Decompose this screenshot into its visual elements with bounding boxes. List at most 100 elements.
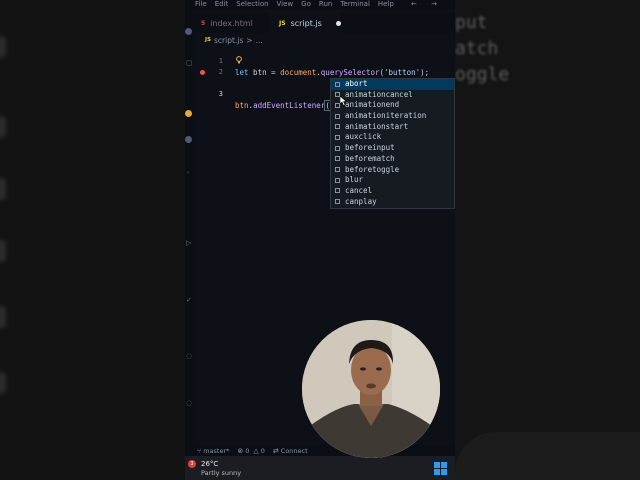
- suggestion-item[interactable]: animationcancel: [331, 90, 454, 101]
- account-icon[interactable]: [185, 28, 192, 35]
- suggestion-label: animationcancel: [345, 89, 413, 99]
- lightbulb-icon[interactable]: [236, 56, 242, 64]
- gear-icon[interactable]: ◌: [186, 399, 192, 407]
- function-name: addEventListener: [253, 101, 326, 110]
- breadcrumb-file[interactable]: script.js: [214, 36, 243, 45]
- menu-help[interactable]: Help: [378, 0, 394, 9]
- html-file-icon: 5: [201, 19, 206, 27]
- suggestion-item[interactable]: animationstart: [331, 122, 454, 133]
- event-icon: [335, 124, 340, 130]
- weather-description: Partly sunny: [201, 469, 242, 477]
- tab-index-html[interactable]: 5 index.html: [201, 13, 267, 33]
- weather-widget[interactable]: 3 26°C Partly sunny: [187, 460, 241, 478]
- settings-icon[interactable]: ◌: [186, 352, 192, 360]
- ghost-icon: [0, 36, 6, 58]
- checkmark-icon[interactable]: ✓: [186, 296, 192, 304]
- connect-icon: ⇄: [272, 446, 279, 455]
- menu-edit[interactable]: Edit: [215, 0, 229, 9]
- nav-arrows-icon[interactable]: ← →: [411, 0, 443, 9]
- tab-label: script.js: [290, 18, 322, 28]
- breadcrumb-rest[interactable]: ...: [256, 36, 263, 45]
- mouse-cursor-icon: [340, 96, 347, 106]
- menu-terminal[interactable]: Terminal: [340, 0, 370, 9]
- suggestion-label: beforetoggle: [345, 164, 400, 174]
- js-file-icon: JS: [205, 37, 212, 43]
- suggestion-item[interactable]: beforetoggle: [331, 165, 454, 176]
- suggestion-item[interactable]: animationiteration: [331, 111, 454, 122]
- suggestion-label: animationiteration: [345, 111, 427, 121]
- code-content: btn.addEventListener(""): [235, 100, 345, 111]
- suggestion-item[interactable]: beforeinput: [331, 143, 454, 154]
- ghost-icon: [0, 306, 6, 328]
- source-control-icon[interactable]: [185, 136, 192, 143]
- tab-script-js[interactable]: JS script.js: [269, 13, 341, 33]
- code-line[interactable]: 2: [185, 56, 455, 76]
- ghost-icon: [0, 178, 6, 200]
- unsaved-dot-icon[interactable]: [335, 20, 341, 26]
- suggestion-item[interactable]: blur: [331, 175, 454, 186]
- event-icon: [335, 156, 340, 162]
- warning-icon: △: [253, 446, 259, 455]
- suggestion-item[interactable]: animationend: [331, 100, 454, 111]
- taskbar: 3 26°C Partly sunny: [185, 456, 455, 480]
- ghost-text: atch: [455, 38, 499, 59]
- event-icon: [335, 145, 340, 151]
- run-debug-icon[interactable]: ▷: [186, 239, 191, 247]
- event-icon: [335, 199, 340, 205]
- notification-badge: 3: [188, 460, 196, 468]
- menu-view[interactable]: View: [277, 0, 294, 9]
- breakpoint-icon[interactable]: [200, 70, 205, 75]
- suggestion-item[interactable]: beforematch: [331, 154, 454, 165]
- ghost-text: oggle: [455, 64, 510, 85]
- suggestion-item[interactable]: abort: [331, 79, 454, 90]
- branch-indicator[interactable]: ⑂ master*: [197, 447, 229, 455]
- code-line[interactable]: 1 let btn = document.querySelector('butt…: [185, 45, 455, 77]
- connect-label: Connect: [280, 446, 308, 455]
- branch-name: master*: [203, 446, 230, 455]
- suggestion-label: animationstart: [345, 121, 409, 131]
- event-icon: [335, 113, 340, 119]
- menu-go[interactable]: Go: [301, 0, 311, 9]
- suggestion-label: beforeinput: [345, 143, 395, 153]
- event-icon: [335, 134, 340, 140]
- weather-temperature: 26°C: [201, 460, 219, 468]
- object: btn: [235, 101, 249, 110]
- background-left: [0, 0, 185, 480]
- event-icon: [335, 167, 340, 172]
- suggestion-item[interactable]: auxclick: [331, 132, 454, 143]
- menu-run[interactable]: Run: [319, 0, 332, 9]
- ghost-icon: [0, 372, 6, 394]
- event-icon: [335, 81, 340, 87]
- ghost-shoulder: [455, 432, 640, 480]
- branch-icon: ⑂: [197, 446, 202, 455]
- webcam-overlay: [302, 320, 440, 458]
- ghost-icon: [0, 116, 6, 138]
- weather-icon: 3: [187, 460, 198, 471]
- code-line-current[interactable]: 3 btn.addEventListener(""): [185, 67, 455, 111]
- status-bar: ⑂ master* ⊗ 0 △ 0 ⇄ Connect: [185, 445, 455, 456]
- suggestion-label: blur: [345, 175, 364, 185]
- background-right: put atch oggle: [455, 0, 640, 480]
- connect-indicator[interactable]: ⇄ Connect: [273, 447, 308, 455]
- event-icon: [335, 177, 340, 183]
- extensions-icon[interactable]: ◦: [186, 169, 190, 177]
- event-icon: [335, 188, 340, 194]
- suggestion-label: cancel: [345, 185, 373, 195]
- suggestion-item[interactable]: cancel: [331, 186, 454, 197]
- problems-indicator[interactable]: ⊗ 0 △ 0: [237, 447, 265, 455]
- menu-bar: File Edit Selection View Go Run Terminal…: [185, 0, 455, 9]
- menu-file[interactable]: File: [195, 0, 207, 9]
- suggestion-label: abort: [345, 79, 368, 88]
- tab-label: index.html: [210, 18, 253, 28]
- ghost-text: put: [455, 12, 488, 33]
- breadcrumb-separator: >: [246, 35, 253, 45]
- suggestion-item[interactable]: canplay: [331, 197, 454, 208]
- menu-selection[interactable]: Selection: [236, 0, 268, 9]
- presenter-avatar: [302, 320, 440, 458]
- windows-start-icon[interactable]: [434, 462, 447, 475]
- line-number: 3: [218, 90, 223, 98]
- breadcrumb: JS script.js > ...: [205, 35, 263, 45]
- suggestion-label: animationend: [345, 100, 400, 110]
- error-icon: ⊗: [237, 446, 244, 455]
- error-count: 0: [245, 446, 250, 455]
